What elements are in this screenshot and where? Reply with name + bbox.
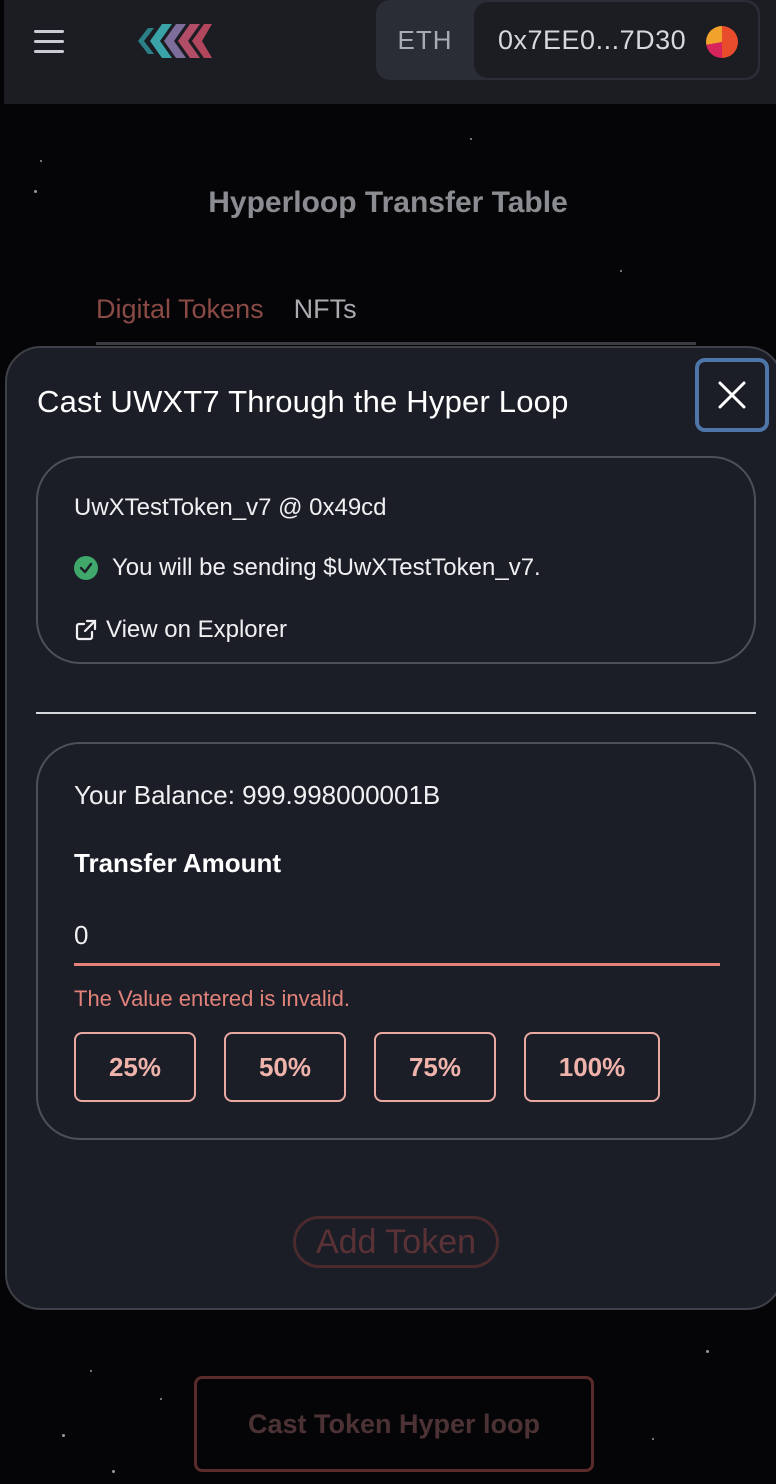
validation-error: The Value entered is invalid.: [74, 986, 350, 1011]
cast-token-button[interactable]: Cast Token Hyper loop: [194, 1376, 594, 1472]
wallet-avatar-icon: [706, 26, 738, 58]
transfer-amount-label: Transfer Amount: [74, 848, 282, 878]
balance-text: Your Balance: 999.998000001B: [74, 780, 441, 810]
tab-digital-tokens[interactable]: Digital Tokens: [96, 294, 264, 325]
close-icon: [718, 381, 746, 409]
app-logo[interactable]: [136, 18, 216, 64]
add-token-button[interactable]: Add Token: [293, 1216, 499, 1268]
asset-tabs: Digital Tokens NFTs: [96, 294, 357, 325]
view-explorer-link[interactable]: View on Explorer: [74, 616, 287, 644]
page-title: Hyperloop Transfer Table: [208, 186, 568, 219]
hamburger-menu-icon[interactable]: [34, 28, 66, 54]
transfer-amount-input[interactable]: [74, 908, 720, 966]
token-identifier: UwXTestToken_v7 @ 0x49cd: [74, 494, 387, 521]
external-link-icon: [75, 619, 97, 641]
tab-nfts[interactable]: NFTs: [294, 294, 357, 325]
sending-confirmation: You will be sending $UwXTestToken_v7.: [74, 554, 541, 582]
tabs-divider: [96, 342, 696, 345]
modal-title: Cast UWXT7 Through the Hyper Loop: [37, 384, 569, 419]
percent-50-button[interactable]: 50%: [224, 1032, 346, 1102]
token-info-card: UwXTestToken_v7 @ 0x49cd You will be sen…: [36, 456, 756, 664]
network-selector[interactable]: ETH: [376, 0, 474, 80]
wallet-address: 0x7EE0...7D30: [498, 24, 687, 55]
transfer-card: Your Balance: 999.998000001B Transfer Am…: [36, 742, 756, 1140]
cast-token-modal: Cast UWXT7 Through the Hyper Loop UwXTes…: [5, 346, 776, 1310]
check-circle-icon: [74, 556, 98, 580]
percent-25-button[interactable]: 25%: [74, 1032, 196, 1102]
close-button[interactable]: [695, 358, 769, 432]
percent-100-button[interactable]: 100%: [524, 1032, 660, 1102]
sending-message: You will be sending $UwXTestToken_v7.: [112, 554, 541, 581]
wallet-button[interactable]: 0x7EE0...7D30: [474, 2, 758, 78]
view-explorer-label: View on Explorer: [106, 616, 287, 643]
section-divider: [36, 712, 756, 714]
percent-buttons: 25% 50% 75% 100%: [74, 1032, 660, 1102]
percent-75-button[interactable]: 75%: [374, 1032, 496, 1102]
network-wallet-group: ETH 0x7EE0...7D30: [376, 0, 760, 80]
top-header: ETH 0x7EE0...7D30: [4, 0, 776, 104]
